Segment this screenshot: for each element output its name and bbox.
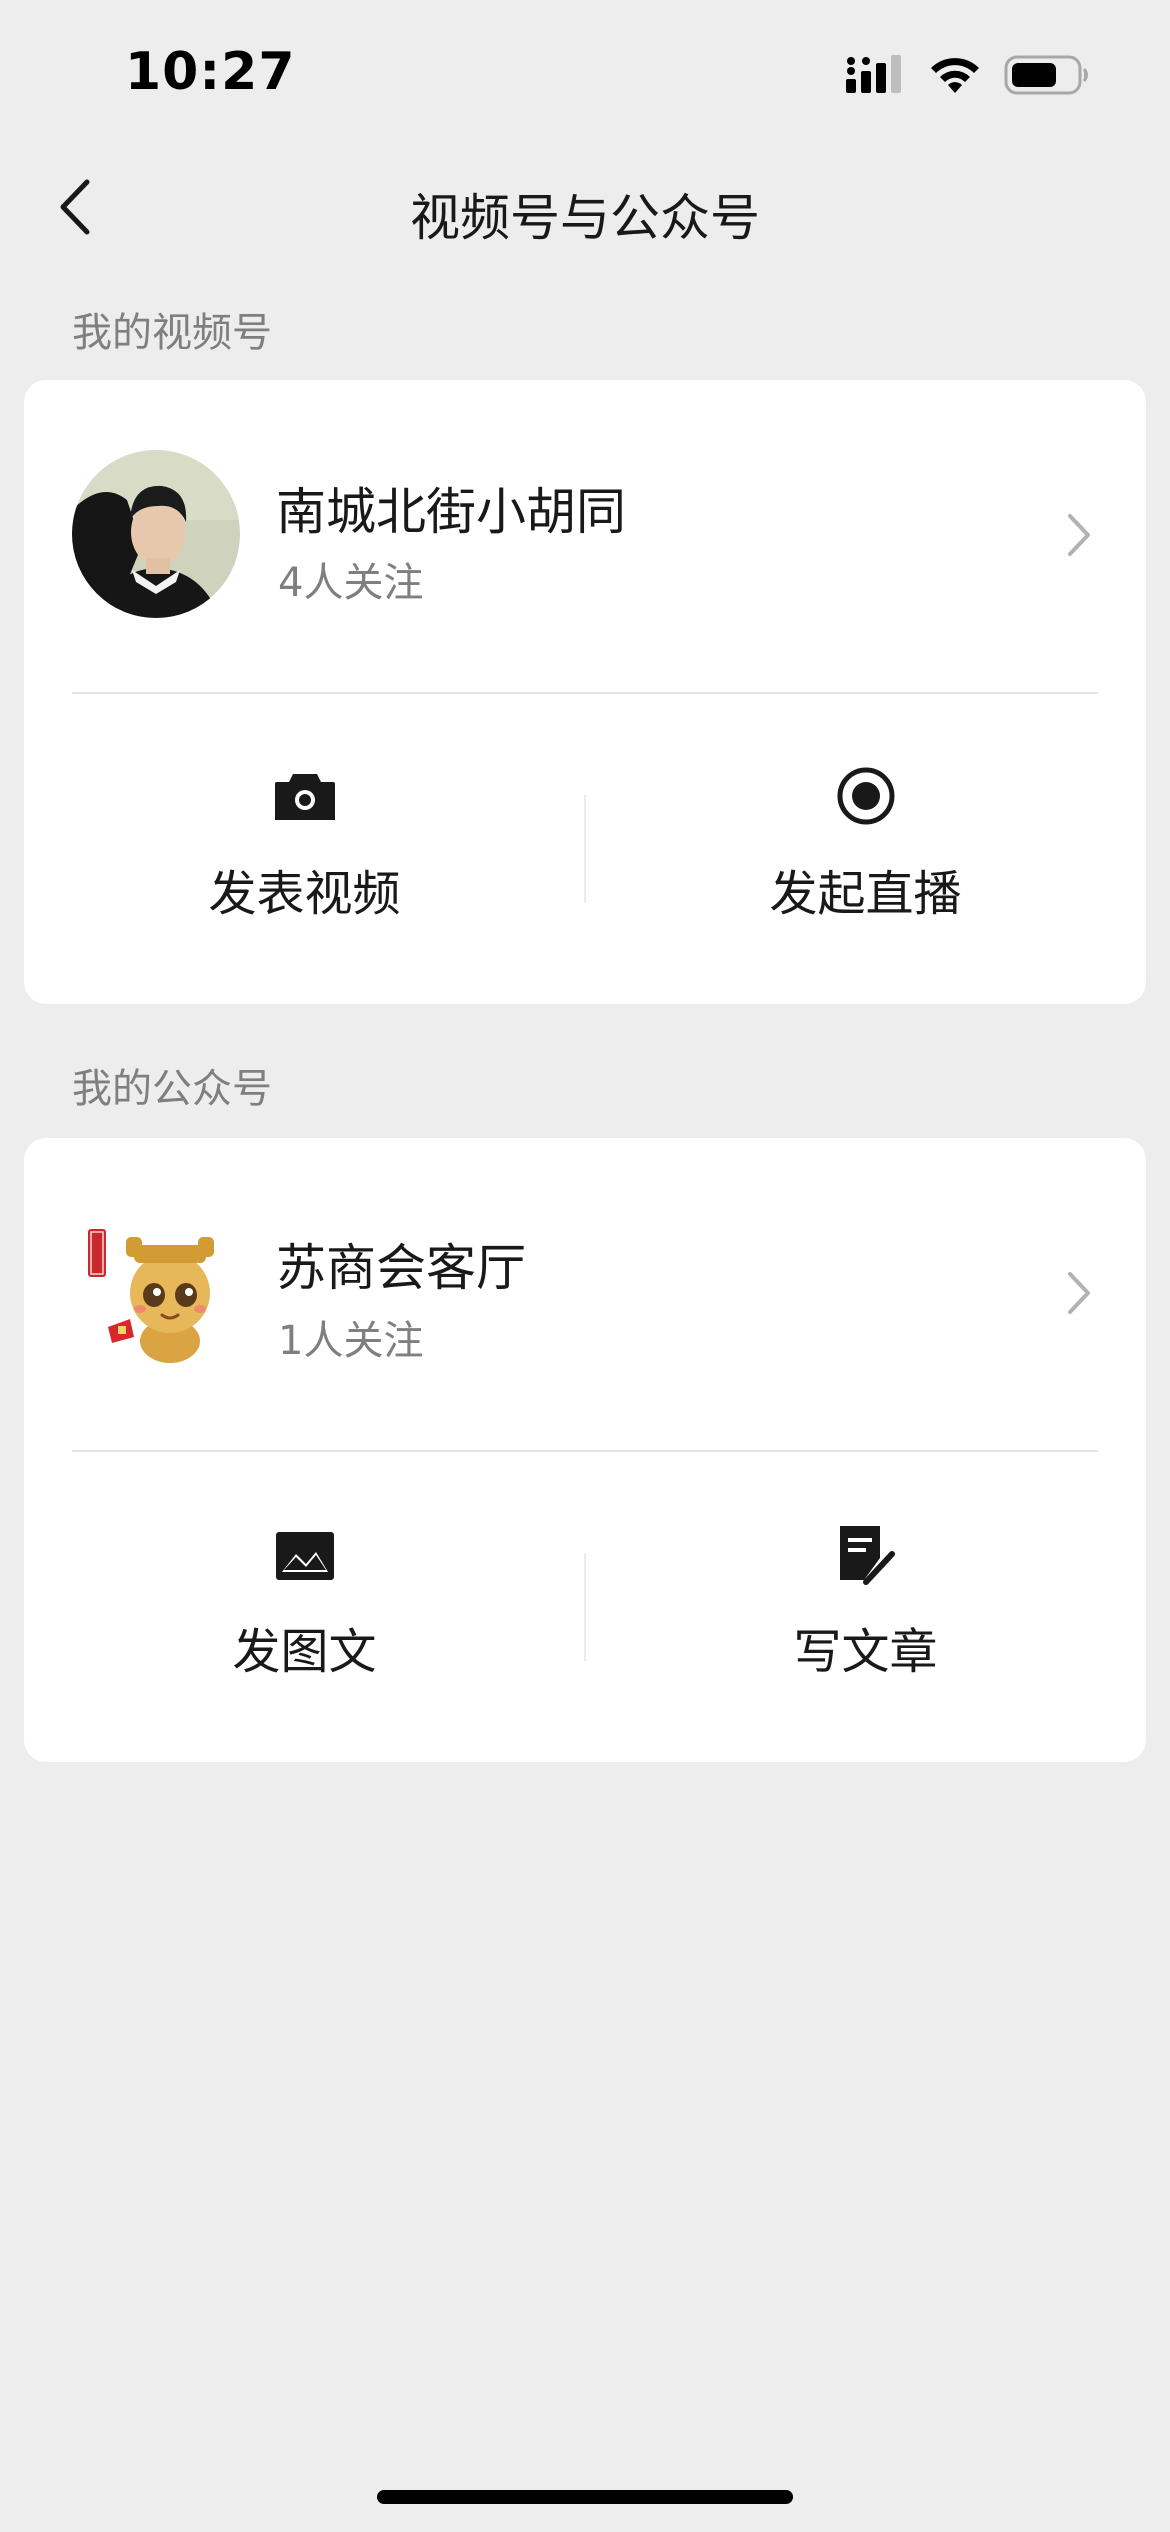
official-profile-row[interactable]: 苏商会客厅 1人关注: [24, 1138, 1146, 1448]
official-section-label: 我的公众号: [72, 1066, 272, 1112]
wifi-icon: [931, 58, 979, 93]
official-name: 苏商会客厅: [276, 1239, 526, 1297]
post-image-text-label: 发图文: [232, 1624, 377, 1680]
write-article-button[interactable]: 写文章: [585, 1452, 1146, 1702]
post-image-text-button[interactable]: 发图文: [24, 1452, 585, 1702]
status-time: 10:27: [125, 42, 296, 102]
nav-bar: 视频号与公众号: [0, 150, 1170, 265]
status-bar: 10:27: [0, 0, 1170, 150]
channels-card: 南城北街小胡同 4人关注 发表视频 发起直播: [24, 380, 1146, 1004]
chevron-right-icon: [1068, 1272, 1090, 1314]
status-icons: [844, 54, 1090, 96]
channels-name: 南城北街小胡同: [276, 483, 626, 541]
home-indicator: [377, 2490, 793, 2504]
channels-followers: 4人关注: [278, 560, 424, 606]
battery-icon: [1004, 55, 1088, 95]
channels-section-label: 我的视频号: [72, 310, 272, 356]
write-article-icon: [839, 1526, 895, 1585]
post-video-label: 发表视频: [208, 866, 401, 922]
live-record-icon: [837, 767, 894, 825]
official-avatar-logo: [72, 1223, 240, 1373]
image-icon: [275, 1532, 334, 1580]
start-live-label: 发起直播: [769, 866, 962, 922]
action-icon-wrap: [585, 767, 1146, 826]
cellular-signal-icon: [846, 55, 901, 93]
channels-profile-row[interactable]: 南城北街小胡同 4人关注: [24, 380, 1146, 690]
page-title: 视频号与公众号: [410, 189, 760, 247]
camera-icon: [274, 774, 335, 820]
write-article-label: 写文章: [793, 1624, 938, 1680]
official-card: 苏商会客厅 1人关注 发图文 写文章: [24, 1138, 1146, 1762]
chevron-right-icon: [1068, 514, 1090, 556]
official-followers: 1人关注: [278, 1318, 424, 1364]
action-icon-wrap: [24, 772, 585, 822]
action-icon-wrap: [585, 1526, 1146, 1586]
post-video-button[interactable]: 发表视频: [24, 694, 585, 944]
action-icon-wrap: [24, 1530, 585, 1582]
start-live-button[interactable]: 发起直播: [585, 694, 1146, 944]
channels-avatar: [72, 450, 240, 618]
